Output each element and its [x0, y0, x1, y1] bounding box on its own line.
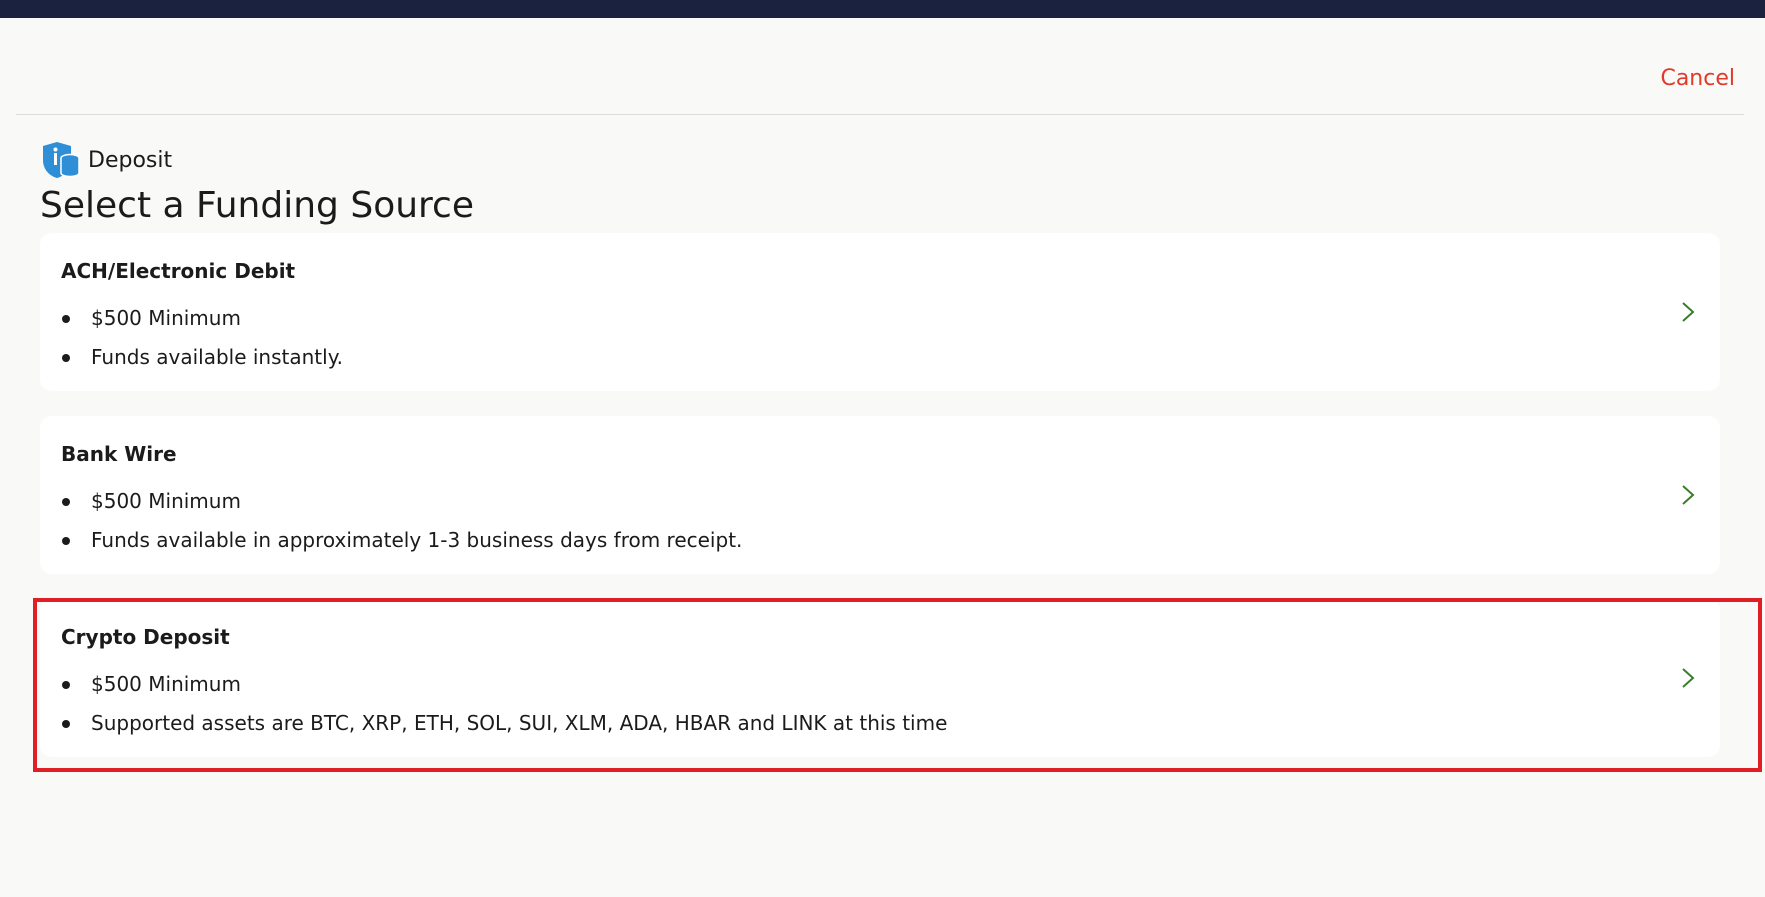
funding-source-details: $500 Minimum Funds available in approxim… [61, 482, 742, 560]
bullet-icon [62, 498, 70, 506]
deposit-section-label: Deposit [40, 138, 474, 182]
deposit-shield-coins-icon [43, 142, 80, 178]
funding-source-details: $500 Minimum Funds available instantly. [61, 299, 343, 377]
header-divider [16, 114, 1744, 115]
list-item: $500 Minimum [61, 665, 947, 704]
funding-source-title: Bank Wire [61, 442, 177, 466]
list-item: Supported assets are BTC, XRP, ETH, SOL,… [61, 704, 947, 743]
bullet-icon [62, 354, 70, 362]
funding-source-crypto-deposit[interactable]: Crypto Deposit $500 Minimum Supported as… [40, 599, 1720, 757]
detail-text: $500 Minimum [91, 489, 241, 513]
list-item: Funds available in approximately 1-3 bus… [61, 521, 742, 560]
list-item: $500 Minimum [61, 299, 343, 338]
detail-text: $500 Minimum [91, 306, 241, 330]
top-navigation-bar [0, 0, 1765, 18]
bullet-icon [62, 315, 70, 323]
detail-text: Funds available instantly. [91, 345, 344, 369]
funding-source-title: Crypto Deposit [61, 625, 230, 649]
bullet-icon [62, 720, 70, 728]
header: Cancel [0, 18, 1765, 115]
funding-source-ach[interactable]: ACH/Electronic Debit $500 Minimum Funds … [40, 233, 1720, 391]
bullet-icon [62, 681, 70, 689]
list-item: $500 Minimum [61, 482, 742, 521]
page-title: Select a Funding Source [40, 185, 474, 226]
cancel-button[interactable]: Cancel [1660, 66, 1735, 91]
funding-source-details: $500 Minimum Supported assets are BTC, X… [61, 665, 947, 743]
deposit-label: Deposit [88, 147, 173, 173]
chevron-right-icon[interactable] [1678, 300, 1698, 324]
chevron-right-icon[interactable] [1678, 666, 1698, 690]
title-block: Deposit Select a Funding Source [40, 138, 474, 228]
detail-text: Funds available in approximately 1-3 bus… [91, 528, 743, 552]
detail-text: Supported assets are BTC, XRP, ETH, SOL,… [91, 711, 948, 735]
list-item: Funds available instantly. [61, 338, 343, 377]
bullet-icon [62, 537, 70, 545]
chevron-right-icon[interactable] [1678, 483, 1698, 507]
detail-text: $500 Minimum [91, 672, 241, 696]
funding-source-title: ACH/Electronic Debit [61, 259, 296, 283]
funding-source-bank-wire[interactable]: Bank Wire $500 Minimum Funds available i… [40, 416, 1720, 574]
